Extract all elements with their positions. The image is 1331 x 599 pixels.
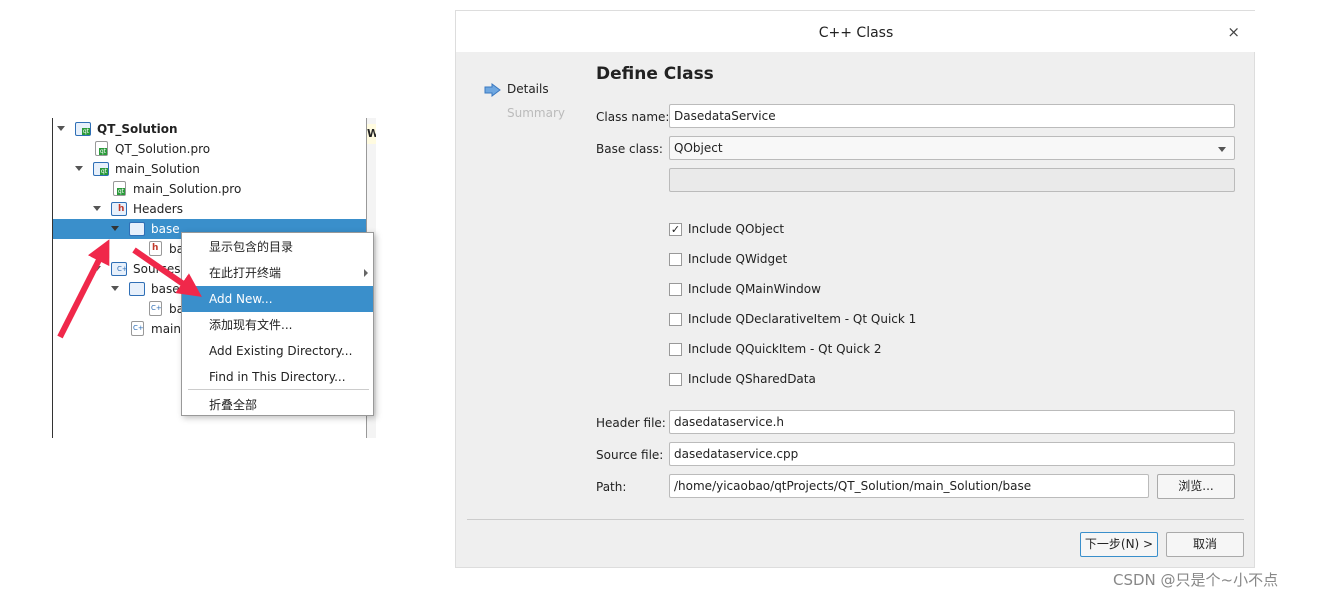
disabled-field <box>669 168 1235 192</box>
dialog-title: C++ Class <box>456 11 1256 52</box>
base-class-label: Base class: <box>596 142 663 156</box>
path-label: Path: <box>596 480 627 494</box>
divider <box>467 519 1244 520</box>
watermark: CSDN @只是个~小不点 <box>1113 571 1279 589</box>
path-input[interactable]: /home/yicaobao/qtProjects/QT_Solution/ma… <box>669 474 1149 498</box>
chevron-down-icon <box>1218 147 1226 152</box>
header-file-input[interactable]: dasedataservice.h <box>669 410 1235 434</box>
include-checkbox-label: Include QWidget <box>688 252 788 266</box>
red-arrow-2 <box>132 247 202 297</box>
base-class-value: QObject <box>674 141 723 155</box>
include-checkbox[interactable] <box>669 373 682 386</box>
next-button[interactable]: 下一步(N) > <box>1080 532 1158 557</box>
close-icon[interactable]: × <box>1227 23 1240 41</box>
include-checkbox-label: Include QDeclarativeItem - Qt Quick 1 <box>688 312 917 326</box>
page-heading: Define Class <box>596 64 714 84</box>
annotation-arrows <box>57 239 202 339</box>
nav-summary: Summary <box>507 106 565 120</box>
include-checkbox[interactable] <box>669 343 682 356</box>
header-file-label: Header file: <box>596 416 666 430</box>
nav-details: Details <box>507 82 549 96</box>
browse-button[interactable]: 浏览... <box>1157 474 1235 499</box>
include-checkbox-label: Include QSharedData <box>688 372 816 386</box>
cancel-button[interactable]: 取消 <box>1166 532 1244 557</box>
source-file-label: Source file: <box>596 448 664 462</box>
class-name-input[interactable]: DasedataService <box>669 104 1235 128</box>
cpp-class-dialog: C++ Class × Details Summary Define Class… <box>455 10 1256 568</box>
source-file-input[interactable]: dasedataservice.cpp <box>669 442 1235 466</box>
include-checkbox-label: Include QMainWindow <box>688 282 821 296</box>
current-step-arrow-icon <box>484 83 501 97</box>
include-checkbox-label: Include QObject <box>688 222 785 236</box>
base-class-combo[interactable]: QObject <box>669 136 1235 160</box>
include-checkbox-label: Include QQuickItem - Qt Quick 2 <box>688 342 882 356</box>
include-checkbox[interactable] <box>669 313 682 326</box>
include-checkbox[interactable] <box>669 283 682 296</box>
class-name-label: Class name: <box>596 110 670 124</box>
red-arrow-1 <box>57 239 110 339</box>
include-checkbox[interactable]: ✓ <box>669 223 682 236</box>
include-checkbox[interactable] <box>669 253 682 266</box>
